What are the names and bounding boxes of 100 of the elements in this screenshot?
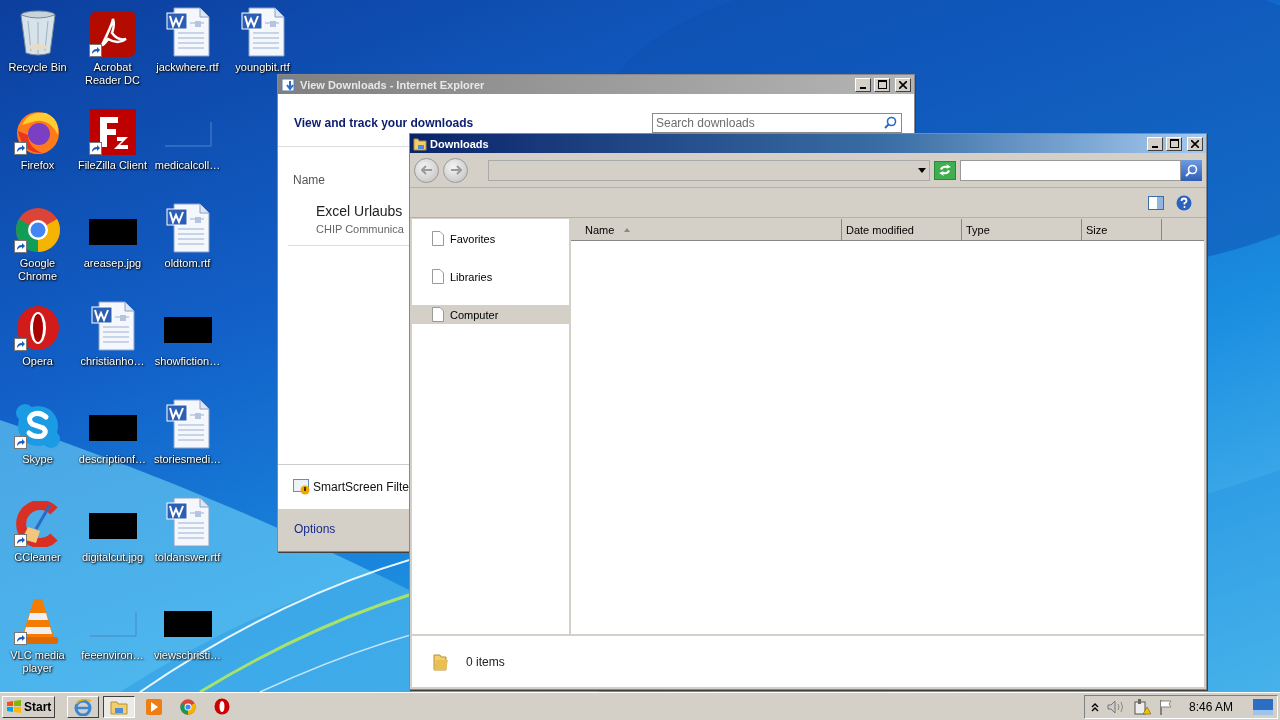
column-header[interactable]: Name — [571, 219, 842, 241]
shortcut-arrow-icon — [13, 142, 27, 155]
close-icon — [899, 80, 907, 89]
flag-icon[interactable] — [1158, 698, 1173, 715]
file-thumbnail-icon — [88, 611, 137, 637]
desktop-icon-label[interactable]: showfiction… — [150, 355, 225, 368]
image-thumbnail-icon — [163, 611, 212, 637]
desktop-icon-label[interactable]: oldtom.rtf — [150, 257, 225, 270]
shortcut-arrow-icon — [13, 240, 27, 253]
shortcut-arrow-icon — [13, 436, 27, 449]
options-link[interactable]: Options — [294, 522, 336, 536]
help-icon[interactable] — [1176, 194, 1192, 211]
preview-pane-icon[interactable] — [1148, 195, 1164, 210]
minimize-icon — [860, 86, 866, 89]
word-document-icon — [165, 7, 210, 57]
window-title: Downloads — [430, 137, 490, 150]
folder-icon — [413, 136, 427, 151]
desktop-icon-label[interactable]: areasep.jpg — [75, 257, 150, 270]
start-button[interactable]: Start — [2, 695, 56, 718]
show-desktop-icon[interactable] — [1253, 698, 1273, 715]
word-document-icon — [165, 203, 210, 253]
back-arrow-icon — [420, 165, 433, 175]
speaker-icon[interactable] — [1106, 699, 1125, 714]
desktop-icon-label[interactable]: Firefox — [0, 159, 75, 172]
search-icon — [884, 116, 897, 129]
word-document-icon — [90, 301, 135, 351]
search-field[interactable] — [960, 159, 1181, 181]
image-thumbnail-icon — [88, 219, 137, 245]
desktop-icon-label[interactable]: christianho… — [75, 355, 150, 368]
maximize-icon — [877, 80, 887, 89]
opera-o-icon — [214, 698, 231, 715]
minimize-button[interactable] — [1147, 136, 1163, 151]
navigation-item[interactable]: Computer — [412, 305, 569, 324]
column-header[interactable]: Date modified — [842, 219, 962, 241]
network-warning-icon[interactable] — [1132, 698, 1151, 715]
shortcut-arrow-icon — [88, 44, 102, 57]
file-thumbnail-icon — [163, 121, 212, 147]
window-title: View Downloads - Internet Explorer — [300, 78, 486, 91]
maximize-icon — [1169, 139, 1179, 148]
close-icon — [1191, 139, 1199, 148]
column-header[interactable]: Size — [1082, 219, 1162, 241]
skype-app-icon — [14, 403, 61, 449]
browser-ring-icon — [180, 698, 197, 715]
page-icon — [432, 269, 444, 284]
shield-warning-icon — [293, 479, 311, 495]
item-count: 0 items — [466, 654, 505, 669]
word-document-icon — [240, 7, 285, 57]
minimize-button[interactable] — [855, 77, 871, 92]
ie-e-icon — [74, 697, 93, 716]
search-field[interactable]: Search downloads — [652, 113, 902, 133]
pdf-app-icon — [89, 11, 136, 57]
forward-arrow-icon — [449, 165, 462, 175]
column-header[interactable]: Type — [962, 219, 1082, 241]
opera-o-icon — [14, 305, 61, 351]
media-player-icon — [146, 698, 163, 715]
search-icon — [1185, 163, 1198, 177]
dropdown-caret-icon — [918, 167, 926, 173]
search-button[interactable] — [1181, 159, 1202, 181]
chevron-up-icon[interactable] — [1090, 701, 1099, 712]
image-thumbnail-icon — [163, 317, 212, 343]
browser-ring-icon — [14, 207, 61, 253]
desktop-icon-label[interactable]: Acrobat Reader DC — [75, 61, 150, 87]
desktop-icon-label[interactable]: youngbit.rtf — [225, 61, 300, 74]
shortcut-arrow-icon — [13, 632, 27, 645]
desktop-icon-label[interactable]: Opera — [0, 355, 75, 368]
refresh-icon — [938, 164, 952, 176]
shortcut-arrow-icon — [88, 142, 102, 155]
page-icon — [432, 231, 444, 246]
shortcut-arrow-icon — [13, 338, 27, 351]
download-publisher: CHIP Communica — [316, 223, 404, 235]
shortcut-arrow-icon — [13, 534, 27, 547]
column-header: Name — [293, 173, 325, 187]
folder-icon — [432, 652, 450, 671]
refresh-button[interactable] — [934, 160, 956, 180]
desktop-icon-label[interactable]: medicalcoll… — [150, 159, 225, 172]
desktop-icon-label[interactable]: storiesmedi… — [150, 453, 225, 466]
windows-logo-icon — [6, 699, 22, 714]
download-window-icon — [281, 76, 297, 93]
filezilla-app-icon — [89, 109, 136, 155]
page-heading: View and track your downloads — [294, 116, 474, 130]
page-icon — [432, 307, 444, 322]
desktop-icon-label[interactable]: FileZilla Client — [75, 159, 150, 172]
taskbar-button[interactable] — [103, 695, 136, 718]
maximize-button[interactable] — [1166, 136, 1182, 151]
column-header — [1162, 219, 1204, 241]
image-thumbnail-icon — [88, 513, 137, 539]
desktop-icon-label[interactable]: Recycle Bin — [0, 61, 75, 74]
smartscreen-label: SmartScreen Filte — [313, 480, 410, 494]
image-thumbnail-icon — [88, 415, 137, 441]
navigation-item[interactable]: Libraries — [412, 267, 569, 286]
close-button[interactable] — [1187, 136, 1203, 151]
desktop-icon-label[interactable]: jackwhere.rtf — [150, 61, 225, 74]
navigation-item[interactable]: Favorites — [412, 229, 569, 248]
maximize-button[interactable] — [874, 77, 890, 92]
desktop-icon-label[interactable]: Google Chrome — [0, 257, 75, 283]
close-button[interactable] — [895, 77, 911, 92]
clock[interactable]: 8:46 AM — [1188, 699, 1233, 714]
minimize-icon — [1152, 145, 1158, 148]
recycle-bin-icon — [17, 9, 58, 57]
word-document-icon — [165, 497, 210, 547]
